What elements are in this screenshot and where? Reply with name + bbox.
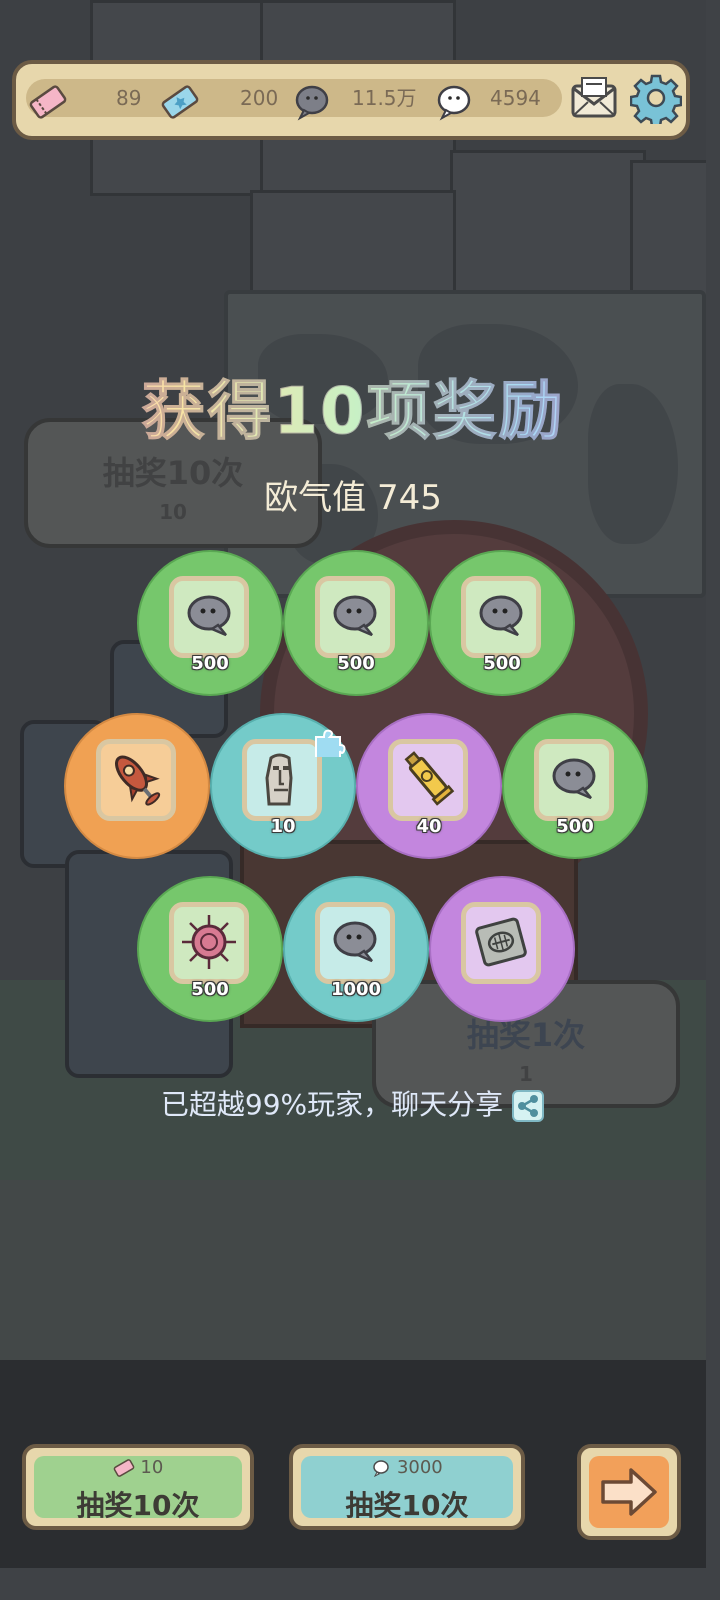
pink-ticket-icon — [29, 85, 67, 119]
paint-tube-icon — [404, 751, 455, 806]
reward-card — [96, 739, 176, 821]
reward-quantity: 40 — [416, 816, 442, 837]
share-row[interactable]: 已超越99%玩家，聊天分享 — [0, 1083, 706, 1123]
gray-bubble-count: 11.5万 — [352, 86, 417, 110]
reward-quantity: 500 — [191, 653, 229, 674]
mail-icon[interactable] — [568, 72, 620, 124]
blue-ticket-icon — [161, 85, 199, 119]
reward-card — [461, 902, 541, 984]
share-icon[interactable] — [511, 1089, 545, 1123]
reward-card — [169, 576, 249, 658]
white-bubble-icon — [437, 85, 471, 121]
reward-card — [388, 739, 468, 821]
reward-card — [534, 739, 614, 821]
draw-ten-bubble-button[interactable]: 3000 抽奖10次 — [289, 1444, 525, 1530]
share-text: 已超越99%玩家，聊天分享 — [160, 1088, 504, 1121]
reward-quantity: 500 — [483, 653, 521, 674]
reward-item[interactable]: 1000 — [283, 876, 429, 1022]
reward-item[interactable]: 500 — [283, 550, 429, 696]
reward-item[interactable] — [429, 876, 575, 1022]
gray-bubble-icon — [552, 758, 596, 800]
gray-bubble-icon — [295, 85, 329, 121]
reward-quantity: 500 — [337, 653, 375, 674]
white-bubble-icon — [373, 1460, 389, 1478]
resource-bar: 89 200 11.5万 4594 — [12, 60, 690, 140]
sea-urchin-icon — [182, 915, 236, 969]
blue-ticket-count: 200 — [240, 86, 279, 110]
rocket-lamp-icon — [115, 755, 161, 806]
puzzle-piece-icon — [315, 729, 346, 757]
reward-item[interactable]: 40 — [356, 713, 502, 859]
reward-quantity: 10 — [270, 816, 296, 837]
moai-statue-icon — [265, 753, 293, 806]
reward-card — [315, 576, 395, 658]
draw-ten-bubble-cost: 3000 — [293, 1457, 521, 1478]
draw-ten-ticket-cost-value: 10 — [140, 1457, 164, 1478]
reward-quantity: 500 — [556, 816, 594, 837]
fossil-slab-icon — [475, 917, 527, 967]
reward-item[interactable]: 500 — [137, 876, 283, 1022]
gear-icon[interactable] — [630, 72, 682, 124]
luck-value: 欧气值 745 — [264, 478, 442, 518]
white-bubble-count: 4594 — [490, 86, 541, 110]
pink-ticket-count: 89 — [116, 86, 142, 110]
reward-item[interactable]: 10 — [210, 713, 356, 859]
reward-item[interactable] — [64, 713, 210, 859]
gray-bubble-icon — [333, 595, 377, 637]
draw-ten-ticket-button[interactable]: 10 抽奖10次 — [22, 1444, 254, 1530]
draw-ten-bubble-label: 抽奖10次 — [345, 1489, 469, 1522]
pink-ticket-icon — [113, 1459, 134, 1477]
reward-quantity: 1000 — [330, 979, 382, 1000]
reward-card — [242, 739, 322, 821]
draw-ten-ticket-label: 抽奖10次 — [76, 1489, 200, 1522]
gray-bubble-icon — [187, 595, 231, 637]
reward-item[interactable]: 500 — [429, 550, 575, 696]
reward-card — [169, 902, 249, 984]
reward-title: 获得10项奖励 — [0, 360, 706, 452]
draw-ten-ticket-cost: 10 — [26, 1457, 250, 1478]
gray-bubble-icon — [333, 921, 377, 963]
reward-card — [461, 576, 541, 658]
next-button[interactable] — [577, 1444, 681, 1540]
arrow-right-icon — [601, 1468, 657, 1516]
reward-card — [315, 902, 395, 984]
gray-bubble-icon — [479, 595, 523, 637]
reward-quantity: 500 — [191, 979, 229, 1000]
reward-item[interactable]: 500 — [137, 550, 283, 696]
draw-ten-bubble-cost-value: 3000 — [396, 1457, 443, 1478]
reward-item[interactable]: 500 — [502, 713, 648, 859]
